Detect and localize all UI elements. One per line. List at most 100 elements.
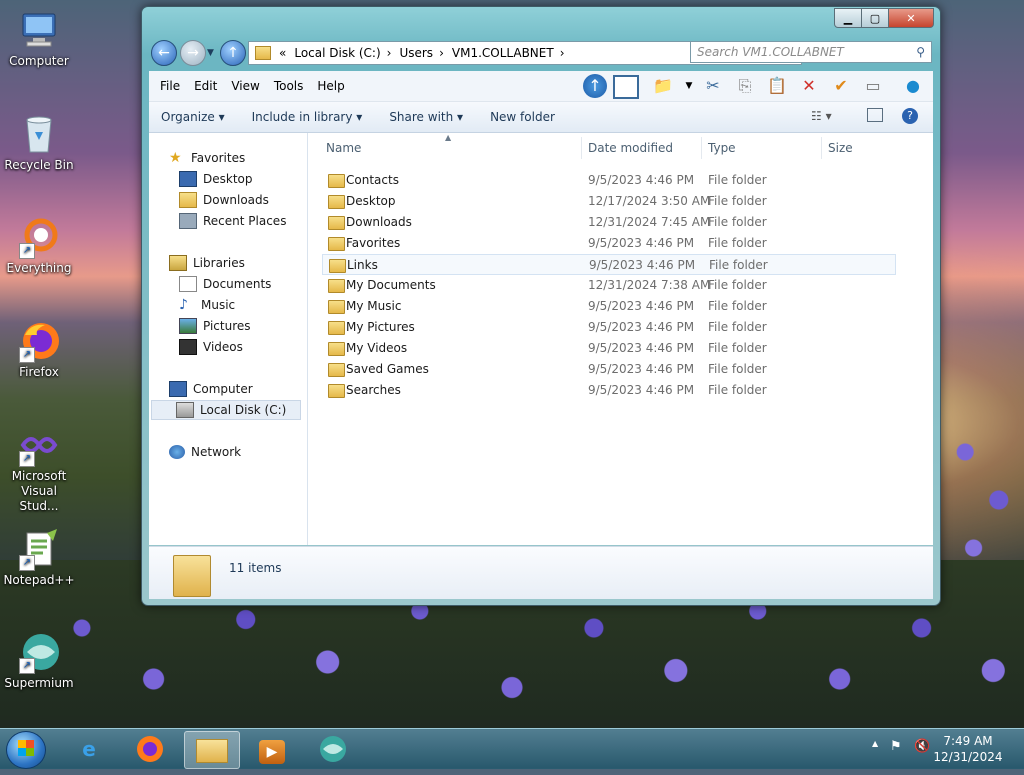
nav-local-disk[interactable]: Local Disk (C:) (151, 400, 301, 420)
item-count: 11 items (229, 561, 282, 575)
taskbar-ie[interactable]: e (62, 731, 116, 767)
breadcrumb-separator[interactable]: › (387, 46, 392, 60)
volume-muted-icon[interactable]: 🔇 (914, 739, 930, 754)
help-icon[interactable]: ? (902, 108, 918, 124)
nav-music[interactable]: ♪ Music (179, 295, 235, 315)
desktop-icon-label: Notepad++ (3, 573, 75, 587)
file-row-saved-games[interactable]: Saved Games 9/5/2023 4:46 PM File folder (322, 359, 896, 380)
nav-computer[interactable]: Computer (169, 379, 253, 399)
copy-icon[interactable]: ⎘ (733, 74, 757, 98)
action-center-icon[interactable]: ⚑ (890, 739, 902, 754)
menu-file[interactable]: File (153, 79, 187, 93)
file-name: Links (347, 258, 378, 272)
column-type[interactable]: Type (702, 137, 822, 159)
file-row-my-documents[interactable]: My Documents 12/31/2024 7:38 AM File folde… (322, 275, 896, 296)
breadcrumb-users[interactable]: Users (399, 46, 433, 60)
taskbar-media-player[interactable]: ▶ (245, 731, 299, 767)
shortcut-arrow-icon: ↗ (19, 658, 35, 674)
menu-view[interactable]: View (224, 79, 266, 93)
preview-pane-icon[interactable] (613, 75, 639, 99)
close-button[interactable]: ✕ (889, 8, 934, 28)
search-input[interactable]: Search VM1.COLLABNET (697, 45, 844, 59)
breadcrumb-vm1[interactable]: VM1.COLLABNET (452, 46, 554, 60)
properties-icon[interactable]: 📁 (651, 74, 675, 98)
new-folder-button[interactable]: New folder (478, 110, 570, 124)
nav-desktop[interactable]: Desktop (179, 169, 253, 189)
desktop-icon-label: Recycle Bin (4, 158, 74, 172)
minimize-button[interactable]: ▁ (834, 8, 862, 28)
chat-icon[interactable]: ● (901, 74, 925, 98)
up-button[interactable]: ↑ (220, 40, 246, 66)
checkmark-icon[interactable]: ✔ (829, 74, 853, 98)
file-name: Desktop (346, 194, 396, 208)
file-type: File folder (709, 258, 768, 272)
rename-icon[interactable]: ▭ (861, 74, 885, 98)
clock[interactable]: 7:49 AM 12/31/2024 (932, 733, 1004, 765)
file-name: Searches (346, 383, 401, 397)
desktop-icon-everything[interactable]: ↗ Everything (1, 215, 77, 276)
menu-tools[interactable]: Tools (267, 79, 311, 93)
view-dropdown-icon[interactable]: ▼ (677, 74, 701, 98)
column-size[interactable]: Size (822, 137, 902, 159)
delete-icon[interactable]: ✕ (797, 74, 821, 98)
command-bar: Organize ▾ Include in library ▾ Share wi… (149, 102, 933, 133)
desktop-icon-firefox[interactable]: ↗ Firefox (1, 319, 77, 380)
desktop-icon-recycle-bin[interactable]: Recycle Bin (1, 112, 77, 173)
nav-favorites[interactable]: ★ Favorites (169, 148, 245, 168)
nav-recent-places[interactable]: Recent Places (179, 211, 286, 231)
back-button[interactable]: ← (151, 40, 177, 66)
file-row-favorites[interactable]: Favorites 9/5/2023 4:46 PM File folder (322, 233, 896, 254)
column-date-modified[interactable]: Date modified (582, 137, 702, 159)
breadcrumb-separator[interactable]: › (439, 46, 444, 60)
cut-icon[interactable]: ✂ (701, 74, 725, 98)
show-hidden-icons-button[interactable]: ▲ (872, 739, 878, 748)
breadcrumb-separator[interactable]: › (560, 46, 565, 60)
taskbar-explorer[interactable] (184, 731, 240, 769)
share-with-button[interactable]: Share with ▾ (377, 110, 478, 124)
file-row-my-pictures[interactable]: My Pictures 9/5/2023 4:46 PM File folder (322, 317, 896, 338)
recent-pages-dropdown[interactable]: ▼ (207, 48, 214, 58)
desktop-icon-visual-studio[interactable]: ↗ Microsoft Visual Stud... (1, 423, 77, 514)
nav-label: Music (201, 298, 236, 312)
organize-button[interactable]: Organize ▾ (149, 110, 240, 124)
taskbar-firefox[interactable] (123, 731, 177, 767)
file-row-searches[interactable]: Searches 9/5/2023 4:46 PM File folder (322, 380, 896, 401)
nav-videos[interactable]: Videos (179, 337, 243, 357)
nav-downloads[interactable]: Downloads (179, 190, 269, 210)
nav-network[interactable]: Network (169, 442, 241, 462)
address-overflow-chevron[interactable]: « (279, 46, 286, 60)
nav-documents[interactable]: Documents (179, 274, 271, 294)
nav-pictures[interactable]: Pictures (179, 316, 251, 336)
breadcrumb-local-disk[interactable]: Local Disk (C:) (294, 46, 380, 60)
file-row-links[interactable]: Links 9/5/2023 4:46 PM File folder (322, 254, 896, 275)
file-type: File folder (708, 194, 767, 208)
file-row-desktop[interactable]: Desktop 12/17/2024 3:50 AM File folder (322, 191, 896, 212)
start-button[interactable] (6, 731, 46, 769)
recycle-bin-icon (17, 112, 61, 156)
up-folder-icon[interactable]: ↑ (583, 74, 607, 98)
nav-label: Computer (193, 382, 253, 396)
preview-pane-button[interactable] (867, 108, 883, 122)
file-row-contacts[interactable]: Contacts 9/5/2023 4:46 PM File folder (322, 170, 896, 191)
file-row-my-videos[interactable]: My Videos 9/5/2023 4:46 PM File folder (322, 338, 896, 359)
file-name: My Pictures (346, 320, 415, 334)
search-box[interactable]: Search VM1.COLLABNET ⚲ (690, 41, 932, 63)
desktop-icon-supermium[interactable]: ↗ Supermium (1, 630, 77, 691)
maximize-button[interactable]: ▢ (862, 8, 889, 28)
paste-icon[interactable]: 📋 (765, 74, 789, 98)
file-row-my-music[interactable]: My Music 9/5/2023 4:46 PM File folder (322, 296, 896, 317)
forward-button[interactable]: → (180, 40, 206, 66)
view-options-icon[interactable]: ☷ ▾ (811, 109, 832, 123)
taskbar-supermium[interactable] (306, 731, 360, 767)
menu-help[interactable]: Help (310, 79, 351, 93)
menu-edit[interactable]: Edit (187, 79, 224, 93)
nav-libraries[interactable]: Libraries (169, 253, 245, 273)
file-row-downloads[interactable]: Downloads 12/31/2024 7:45 AM File folder (322, 212, 896, 233)
desktop-icon-notepadpp[interactable]: ↗ Notepad++ (1, 527, 77, 588)
nav-label: Favorites (191, 151, 246, 165)
desktop-icon-computer[interactable]: Computer (1, 8, 77, 69)
desktop-icon-label: Supermium (4, 676, 74, 690)
include-in-library-button[interactable]: Include in library ▾ (240, 110, 378, 124)
search-icon: ⚲ (916, 45, 925, 59)
nav-label: Desktop (203, 172, 253, 186)
